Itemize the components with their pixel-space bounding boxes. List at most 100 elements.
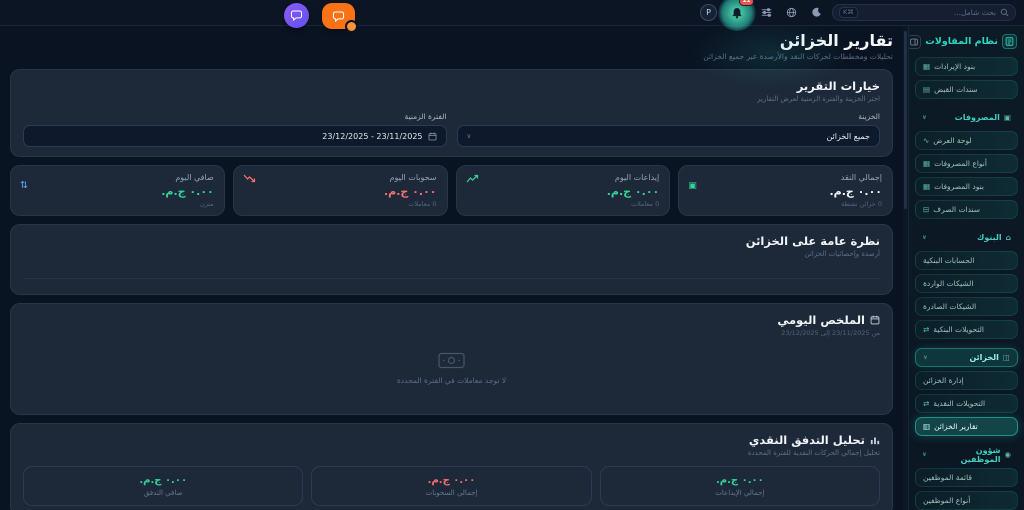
sidebar-entry[interactable]: ▤ سندات القبض ▤ ∨	[915, 80, 1018, 99]
stat-card: سحوبات اليوم ٠.٠٠ ج.م. 0 معاملات ▣ ⇅	[232, 165, 448, 216]
treasury-select[interactable]: جميع الخزائن ∨	[456, 125, 880, 147]
overview-title: نظرة عامة على الخزائن	[745, 234, 880, 248]
sidebar-header: نظام المقاولات	[909, 32, 1019, 57]
globe-icon	[786, 7, 796, 18]
sidebar-entry[interactable]: ∿ لوحة العرض ∿ ∨	[915, 131, 1018, 150]
sidebar-entry-label: أنواع الموظفين	[923, 496, 971, 505]
dark-mode-toggle[interactable]	[807, 4, 825, 22]
notifications-button[interactable]: 21	[718, 0, 756, 31]
sidebar-entry[interactable]: ▦ بنود المصروفات ▦ ∨	[915, 177, 1018, 196]
scrollbar-thumb[interactable]	[904, 31, 907, 209]
sidebar-collapse-button[interactable]	[909, 34, 922, 49]
overview-subtitle: أرصدة وإحصائيات الخزائن	[804, 250, 880, 258]
language-button[interactable]	[782, 4, 800, 22]
moon-icon	[811, 7, 821, 17]
sidebar-entry[interactable]: الحسابات البنكية ∨	[915, 251, 1018, 270]
sidebar-entry-label: شؤون الموظفين	[960, 445, 1001, 464]
sidebar-entry[interactable]: ◉ شؤون الموظفين ◉ ∨	[915, 445, 1018, 464]
treasury-label: الخزينة	[858, 112, 880, 121]
summary-range: من 23/11/2025 إلى 23/12/2025	[781, 329, 880, 337]
sidebar-entry-label: قائمة الموظفين	[923, 473, 973, 482]
sidebar-entry-label: أنواع المصروفات	[934, 159, 987, 168]
report-icon: ▥	[923, 421, 931, 431]
date-range-input[interactable]: 23/11/2025 - 23/12/2025	[23, 125, 447, 147]
sidebar-entry-label: الشيكات الصادرة	[923, 302, 977, 311]
stat-value: ٠.٠٠ ج.م.	[161, 185, 214, 198]
sidebar-entry[interactable]: ▣ المصروفات ▣ ∨	[915, 108, 1018, 127]
sidebar-entry[interactable]: إدارة الخزائن ∨	[915, 371, 1018, 390]
cash-flow-item: ٠.٠٠ ج.م. إجمالي السحوبات	[311, 466, 592, 506]
up-down-arrows-icon: ⇅	[20, 180, 28, 191]
date-range-value: 23/11/2025 - 23/12/2025	[322, 131, 423, 141]
stat-label: إجمالي النقد	[840, 173, 882, 182]
table-header	[23, 270, 880, 279]
table-icon: ▦	[923, 158, 931, 168]
summary-title: الملخص اليومي	[777, 313, 865, 327]
chevron-down-icon: ∨	[922, 114, 927, 121]
sidebar-entry-label: التحويلات البنكية	[933, 325, 984, 334]
bar-chart-icon	[870, 437, 880, 445]
safe-icon: ◫	[1002, 352, 1010, 362]
search-shortcut: ⌘K	[839, 7, 858, 18]
cash-flow-value: ٠.٠٠ ج.م.	[427, 475, 476, 486]
app-title: نظام المقاولات	[925, 36, 998, 47]
sidebar-entry[interactable]: قائمة الموظفين ∨	[915, 468, 1018, 487]
sidebar-entry-label: الخزائن	[969, 353, 999, 362]
global-search[interactable]: ⌘K	[832, 4, 1016, 21]
trend-up-icon	[466, 174, 478, 183]
main-content: تقارير الخزائن تحليلات ومخططات لحركات ال…	[0, 26, 903, 510]
period-field: الفترة الزمنية 23/11/2025 - 23/12/2025	[23, 112, 447, 147]
cash-flow-title: تحليل التدفق النقدي	[748, 433, 865, 447]
search-input[interactable]	[861, 8, 996, 17]
stat-value: ٠.٠٠ ج.م.	[383, 185, 437, 198]
page-subtitle: تحليلات ومخططات لحركات النقد والأرصدة عب…	[703, 52, 893, 61]
table-body	[23, 279, 880, 285]
bank-icon: ⌂	[1005, 232, 1011, 242]
cash-flow-label: صافي التدفق	[143, 489, 183, 497]
banknote-icon	[438, 352, 465, 369]
settings-button[interactable]	[757, 4, 775, 22]
report-options-subtitle: اختر الخزينة والفترة الزمنية لعرض التقار…	[757, 95, 880, 103]
sidebar-entry[interactable]: ⌂ البنوك ⌂ ∨	[915, 228, 1018, 247]
table-icon: ▦	[923, 181, 931, 191]
treasury-selected-value: جميع الخزائن	[826, 131, 870, 141]
sidebar-entry[interactable]: ⇄ التحويلات البنكية ⇄ ∨	[915, 320, 1018, 339]
stats-row: إجمالي النقد ٠.٠٠ ج.م. 0 خزائن نشطة ▣ ⇅ …	[10, 165, 893, 216]
app: ⌘K 21 P نظام المقاولات	[0, 0, 1024, 510]
sidebar-entry[interactable]: ⊟ سندات الصرف ⊟ ∨	[915, 200, 1018, 219]
chat-widget-button[interactable]	[284, 3, 309, 28]
sidebar-entry[interactable]: ▦ بنود الإيرادات ▦ ∨	[915, 57, 1018, 76]
sidebar-entry-label: لوحة العرض	[933, 136, 972, 145]
sidebar-entry[interactable]: ◫ الخزائن ◫ ∨	[915, 348, 1018, 367]
bell-icon	[732, 7, 742, 18]
sidebar-entry[interactable]: أنواع الموظفين ∨	[915, 491, 1018, 510]
sidebar-entry[interactable]: ⇄ التحويلات النقدية ⇄ ∨	[915, 394, 1018, 413]
transfer-icon: ⇄	[923, 398, 930, 408]
stat-subtext: 0 معاملات	[408, 200, 437, 208]
calendar-icon	[870, 315, 880, 325]
sidebar-entry[interactable]: الشيكات الواردة ∨	[915, 274, 1018, 293]
chevron-down-icon: ∨	[466, 132, 472, 140]
empty-state-text: لا توجد معاملات في الفترة المحددة	[396, 376, 507, 385]
app-logo-icon	[1002, 34, 1017, 49]
cash-flow-label: إجمالي السحوبات	[425, 489, 478, 497]
sidebar-entry[interactable]: ▥ تقارير الخزائن ▥ ∨	[915, 417, 1018, 436]
support-chat-button[interactable]	[322, 3, 358, 33]
sidebar-entry-label: المصروفات	[954, 113, 1000, 122]
stat-value: ٠.٠٠ ج.م.	[606, 185, 660, 198]
topbar: ⌘K 21 P	[0, 0, 1024, 31]
sidebar-entry[interactable]: الشيكات الصادرة ∨	[915, 297, 1018, 316]
sidebar-entry-label: التحويلات النقدية	[933, 399, 986, 408]
sidebar-entry[interactable]: ▦ أنواع المصروفات ▦ ∨	[915, 154, 1018, 173]
sidebar-entry-label: سندات الصرف	[933, 205, 981, 214]
user-avatar[interactable]: P	[700, 4, 717, 21]
cash-flow-row: ٠.٠٠ ج.م. إجمالي الإيداعات ٠.٠٠ ج.م. إجم…	[23, 466, 880, 506]
scrollbar[interactable]	[903, 26, 908, 510]
period-label: الفترة الزمنية	[404, 112, 447, 121]
stat-card: إيداعات اليوم ٠.٠٠ ج.م. 0 معاملات ▣ ⇅	[455, 165, 671, 216]
cash-flow-label: إجمالي الإيداعات	[715, 489, 765, 497]
chat-bubble-icon	[290, 10, 303, 22]
cash-flow-value: ٠.٠٠ ج.م.	[139, 475, 188, 486]
wallet-icon: ▣	[1003, 112, 1011, 122]
activity-icon: ∿	[923, 135, 930, 145]
